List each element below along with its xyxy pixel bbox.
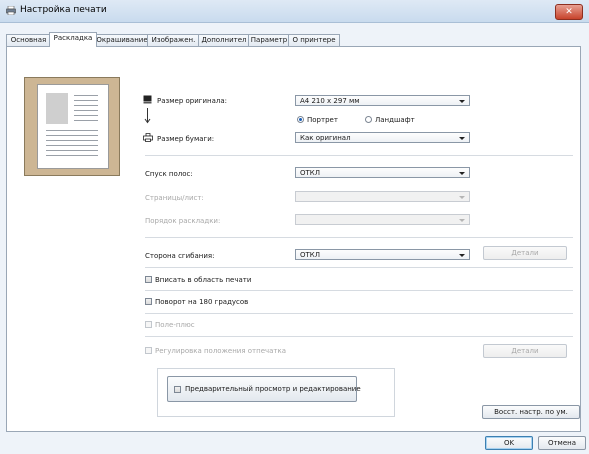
landscape-radio[interactable] xyxy=(365,116,372,123)
paper-size-select[interactable]: Как оригинал xyxy=(295,132,470,143)
imposition-value: ОТКЛ xyxy=(300,169,321,177)
margin-plus-checkbox[interactable] xyxy=(145,321,152,328)
preview-edit-button[interactable]: Предварительный просмотр и редактировани… xyxy=(167,376,361,402)
imposition-label: Спуск полос: xyxy=(145,170,193,178)
chevron-down-icon xyxy=(459,196,465,199)
layout-order-label: Порядок раскладки: xyxy=(145,217,221,225)
rotate-180-checkbox[interactable] xyxy=(145,298,152,305)
printer-icon xyxy=(6,6,16,15)
chevron-down-icon xyxy=(459,137,465,140)
print-position-checkbox[interactable] xyxy=(145,347,152,354)
tab-about-printer[interactable]: О принтере xyxy=(288,34,340,46)
window-title: Настройка печати xyxy=(20,5,107,15)
chevron-down-icon xyxy=(459,219,465,222)
tab-parameter[interactable]: Параметр xyxy=(248,34,290,46)
chevron-down-icon xyxy=(459,100,465,103)
divider xyxy=(145,237,573,238)
print-position-details-button[interactable]: Детали xyxy=(483,344,567,358)
rotate-180-label: Поворот на 180 градусов xyxy=(155,298,249,306)
preview-text-line xyxy=(74,100,98,101)
pages-per-sheet-label: Страницы/лист: xyxy=(145,194,204,202)
portrait-label: Портрет xyxy=(307,116,338,124)
restore-defaults-button[interactable]: Восст. настр. по ум. xyxy=(482,405,580,419)
layout-order-select[interactable] xyxy=(295,214,470,225)
landscape-label: Ландшафт xyxy=(375,116,415,124)
paper-size-label: Размер бумаги: xyxy=(157,135,215,143)
divider xyxy=(145,336,573,337)
title-bar: Настройка печати ✕ xyxy=(0,0,589,23)
preview-image-block xyxy=(46,93,68,124)
chevron-down-icon xyxy=(459,254,465,257)
preview-text-line xyxy=(46,155,98,156)
preview-text-line xyxy=(46,130,98,131)
cancel-button[interactable]: Отмена xyxy=(538,436,586,450)
pages-per-sheet-select[interactable] xyxy=(295,191,470,202)
preview-text-line xyxy=(46,140,98,141)
imposition-select[interactable]: ОТКЛ xyxy=(295,167,470,178)
tab-coloring[interactable]: Окрашивание xyxy=(95,34,149,46)
preview-text-line xyxy=(74,95,98,96)
fold-side-label: Сторона сгибания: xyxy=(145,252,215,260)
original-size-label: Размер оригинала: xyxy=(157,97,227,105)
preview-text-line xyxy=(74,115,98,116)
tab-basic[interactable]: Основная xyxy=(6,34,51,46)
fold-side-select[interactable]: ОТКЛ xyxy=(295,249,470,260)
preview-text-line xyxy=(74,110,98,111)
fit-print-area-label: Вписать в область печати xyxy=(155,276,252,284)
original-document-icon xyxy=(143,95,152,104)
fold-side-value: ОТКЛ xyxy=(300,251,321,259)
original-size-value: A4 210 x 297 мм xyxy=(300,97,360,105)
preview-text-line xyxy=(74,120,98,121)
tab-image[interactable]: Изображен. xyxy=(147,34,200,46)
fit-print-area-checkbox[interactable] xyxy=(145,276,152,283)
divider xyxy=(145,313,573,314)
paper-size-value: Как оригинал xyxy=(300,134,351,142)
preview-text-line xyxy=(74,105,98,106)
chevron-down-icon xyxy=(459,172,465,175)
print-position-label: Регулировка положения отпечатка xyxy=(155,347,287,355)
close-button[interactable]: ✕ xyxy=(555,4,583,20)
fold-details-button[interactable]: Детали xyxy=(483,246,567,260)
preview-edit-label: Предварительный просмотр и редактировани… xyxy=(185,385,361,393)
preview-text-line xyxy=(46,135,98,136)
tab-layout[interactable]: Раскладка xyxy=(49,32,97,47)
ok-button[interactable]: OK xyxy=(485,436,533,450)
divider xyxy=(145,155,573,156)
preview-text-line xyxy=(46,150,98,151)
margin-plus-label: Поле-плюс xyxy=(155,321,195,329)
tab-additional[interactable]: Дополнител xyxy=(198,34,250,46)
print-settings-window: Настройка печати ✕ Основная Раскладка Ок… xyxy=(0,0,589,454)
divider xyxy=(145,290,573,291)
preview-edit-checkbox[interactable] xyxy=(174,386,181,393)
arrow-down-icon xyxy=(144,108,151,124)
original-size-select[interactable]: A4 210 x 297 мм xyxy=(295,95,470,106)
portrait-radio[interactable] xyxy=(297,116,304,123)
paper-printer-icon xyxy=(143,133,153,142)
preview-text-line xyxy=(46,145,98,146)
divider xyxy=(145,267,573,268)
